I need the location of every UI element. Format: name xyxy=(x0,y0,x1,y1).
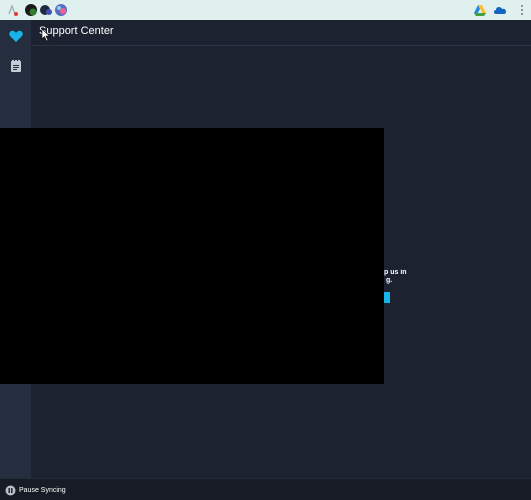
bird-icon[interactable] xyxy=(39,3,53,17)
extension-icon[interactable] xyxy=(5,3,19,17)
heart-icon[interactable] xyxy=(8,28,24,44)
notepad-icon[interactable] xyxy=(8,58,24,74)
mouse-cursor-icon xyxy=(41,28,51,42)
more-icon[interactable] xyxy=(515,3,529,17)
profile-icon[interactable] xyxy=(24,3,38,17)
black-overlay xyxy=(0,128,384,384)
pause-syncing-label: Pause Syncing xyxy=(19,486,66,494)
partial-message-line-2: g. xyxy=(386,277,393,284)
status-bar: Pause Syncing xyxy=(0,478,531,500)
partial-action-button[interactable] xyxy=(384,292,390,303)
cloud-icon[interactable] xyxy=(493,3,507,17)
partial-message-line-1: p us in xyxy=(384,269,407,276)
drive-icon[interactable] xyxy=(473,3,487,17)
page-header: Support Center xyxy=(31,20,531,46)
pause-icon xyxy=(5,485,16,495)
partial-message: p us in g. xyxy=(384,269,424,289)
pause-syncing-button[interactable]: Pause Syncing xyxy=(5,484,66,496)
app-icon[interactable] xyxy=(54,3,68,17)
browser-toolbar xyxy=(0,0,531,21)
